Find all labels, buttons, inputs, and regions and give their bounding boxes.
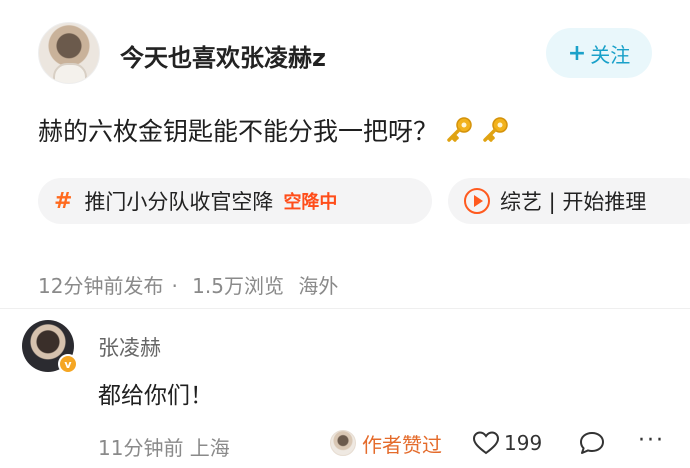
meta-separator: · [171, 274, 178, 298]
divider [0, 308, 690, 309]
topic-tag-label: 推门小分队收官空降 [84, 190, 274, 214]
like-button[interactable]: 199 [472, 428, 542, 458]
comment-item: v 张凌赫 都给你们！ 11分钟前 上海 作者赞过 199 ··· [22, 318, 682, 468]
comment-text: 都给你们！ [98, 383, 213, 409]
play-circle-icon [464, 188, 490, 214]
verified-badge-icon: v [58, 354, 78, 374]
more-options-icon[interactable]: ··· [638, 428, 665, 453]
commenter-avatar[interactable]: v [22, 320, 78, 374]
author-avatar[interactable] [38, 22, 100, 84]
author-liked-label: 作者赞过 [362, 432, 442, 457]
topic-tag[interactable]: # 推门小分队收官空降 空降中 [38, 178, 432, 224]
comment-footer: 11分钟前 上海 作者赞过 199 ··· [98, 428, 678, 460]
post-text: 赫的六枚金钥匙能不能分我一把呀？ [38, 117, 439, 146]
key-icon [444, 115, 474, 145]
follow-button[interactable]: + 关注 [546, 28, 652, 78]
heart-icon [472, 431, 500, 455]
post-body: 赫的六枚金钥匙能不能分我一把呀？ [38, 112, 510, 148]
post-header: 今天也喜欢张凌赫z + 关注 [38, 22, 658, 86]
post-time: 12分钟前发布 [38, 274, 164, 298]
post-location: 海外 [298, 274, 339, 298]
hashtag-icon: # [54, 188, 73, 214]
avatar-figure [53, 63, 87, 83]
commenter-name[interactable]: 张凌赫 [98, 332, 161, 362]
post-views: 1.5万浏览 [192, 274, 284, 298]
follow-label: 关注 [590, 42, 631, 67]
author-liked-indicator: 作者赞过 [330, 428, 442, 458]
author-mini-avatar [330, 430, 356, 456]
topic-tags: # 推门小分队收官空降 空降中 综艺 | 开始推理 [38, 178, 690, 224]
key-icon [480, 115, 510, 145]
variety-tag-label: 综艺 | 开始推理 [500, 190, 647, 214]
post-meta: 12分钟前发布 · 1.5万浏览 海外 [38, 270, 346, 299]
topic-tag-status: 空降中 [283, 192, 338, 213]
variety-tag[interactable]: 综艺 | 开始推理 [448, 178, 690, 224]
reply-button[interactable] [578, 430, 606, 460]
like-count: 199 [504, 431, 543, 455]
plus-icon: + [567, 40, 587, 66]
author-username[interactable]: 今天也喜欢张凌赫z [120, 38, 326, 73]
comment-time-location: 11分钟前 上海 [98, 436, 230, 460]
comment-bubble-icon [580, 432, 604, 454]
